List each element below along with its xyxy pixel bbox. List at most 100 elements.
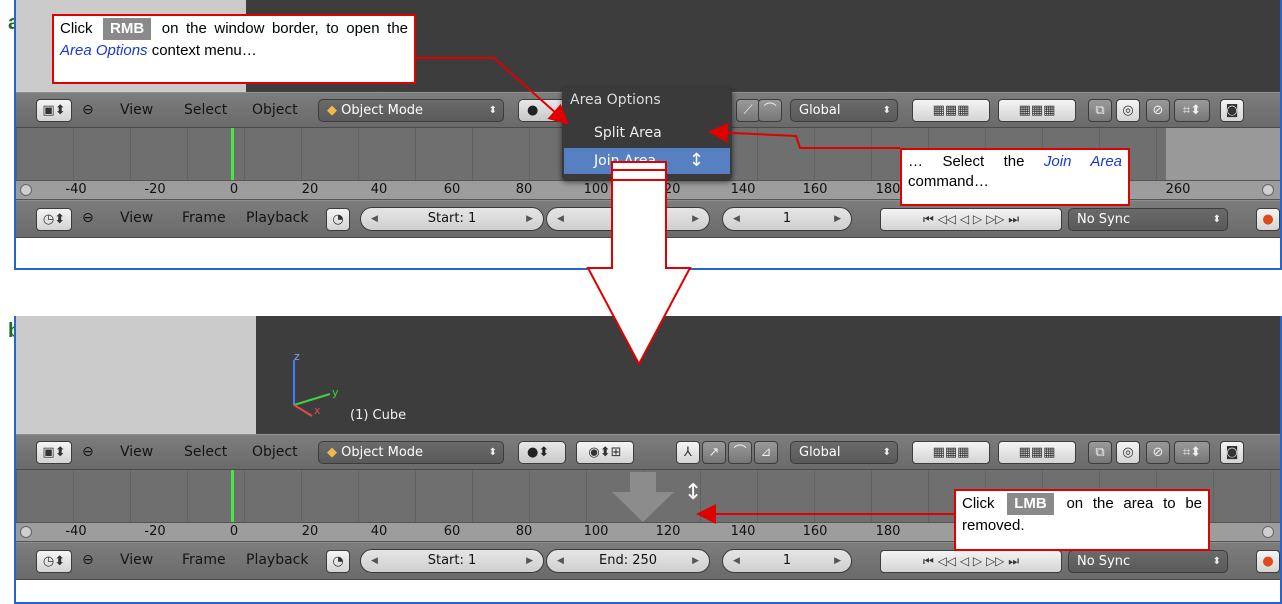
start-frame-field[interactable]: ◀ Start: 1 ▶ [360,549,544,573]
3d-viewport[interactable]: z y x (1) Cube [16,316,1280,434]
record-icon[interactable]: ● [1256,550,1280,573]
menu-view[interactable]: View [120,201,153,235]
ruler-tick: 20 [301,182,319,197]
menu-view[interactable]: View [120,543,153,577]
menu-object[interactable]: Object [252,93,298,127]
ruler-tick: 260 [1165,182,1191,197]
object-label: (1) Cube [350,408,407,423]
layers-grid-2[interactable]: ▦▦▦ [998,99,1076,122]
scale-icon[interactable]: ⊿ [754,441,778,464]
editor-type-button[interactable]: ◷⬍ [36,208,72,231]
proportional-edit-icon[interactable]: ◎ [1116,99,1140,122]
menu-object[interactable]: Object [252,435,298,469]
editor-type-button[interactable]: ▣⬍ [36,441,72,464]
end-frame-field[interactable]: ◀ End: 250 ▶ [546,549,710,573]
callout-a1: Click RMB on the window border, to open … [52,14,416,84]
render-icon[interactable]: ◙ [1220,441,1244,464]
menu-view[interactable]: View [120,435,153,469]
area-options-menu: Area Options Split Area Join Area ↕ [562,88,732,180]
render-icon[interactable]: ◙ [1220,99,1244,122]
callout-text: command… [908,173,989,190]
menu-item-label: Split Area [594,125,662,141]
current-frame-value: 1 [782,211,792,226]
collapse-icon[interactable]: ⊖ [82,93,94,127]
current-frame-field[interactable]: ◀ 1 ▶ [722,207,852,231]
snap-icon[interactable]: ⊘ [1146,99,1170,122]
orientation-selector[interactable]: Global ⬍ [790,441,898,464]
layers-grid-1[interactable]: ▦▦▦ [912,441,990,464]
shading-selector[interactable]: ●⬍ [518,441,566,464]
menu-playback[interactable]: Playback [246,543,308,577]
collapse-icon[interactable]: ⊖ [82,543,94,577]
resize-cursor-icon: ↕ [688,150,704,171]
menu-frame[interactable]: Frame [182,543,226,577]
ruler-tick: 0 [229,524,239,539]
callout-term: Area Options [60,42,148,59]
updown-icon: ⬍ [882,105,891,116]
snap-element-icon[interactable]: ⌗⬍ [1174,99,1210,122]
callout-b1: Click LMB on the area to be removed. [954,489,1210,551]
pivot-selector[interactable]: ◉⬍⊞ [576,441,634,464]
updown-icon: ⬍ [1212,556,1221,567]
lock-layers-icon[interactable]: ⧉ [1088,441,1112,464]
ruler-tick: -40 [65,524,87,539]
callout-a2: … Select the Join Area command… [900,148,1130,206]
editor-type-button[interactable]: ◷⬍ [36,550,72,573]
ruler-tick: 60 [443,182,461,197]
playback-controls[interactable]: ⏮ ◁◁ ◁ ▷ ▷▷ ⏭ [880,550,1062,573]
mode-selector[interactable]: ◆ Object Mode ⬍ [318,441,504,464]
snap-element-icon[interactable]: ⌗⬍ [1174,441,1210,464]
editor-type-button[interactable]: ▣⬍ [36,99,72,122]
cube-icon: ◆ [327,445,337,460]
playback-controls[interactable]: ⏮ ◁◁ ◁ ▷ ▷▷ ⏭ [880,208,1062,231]
mode-selector[interactable]: ◆ Object Mode ⬍ [318,99,504,122]
key-lmb: LMB [1007,493,1054,515]
ruler-tick: 80 [515,524,533,539]
translate-icon[interactable]: ↗ [702,441,726,464]
down-arrow-icon [612,472,674,522]
snap-icon[interactable]: ⊘ [1146,441,1170,464]
menu-frame[interactable]: Frame [182,201,226,235]
rotate-icon[interactable]: ⌒ [758,99,782,122]
ruler-tick: 100 [583,524,609,539]
lock-layers-icon[interactable]: ⧉ [1088,99,1112,122]
keyframe-icon[interactable]: ◔ [326,208,350,231]
ruler-tick: 140 [730,524,756,539]
start-frame-field[interactable]: ◀ Start: 1 ▶ [360,207,544,231]
collapse-icon[interactable]: ⊖ [82,201,94,235]
z-label: z [294,350,300,363]
menu-playback[interactable]: Playback [246,201,308,235]
menu-select[interactable]: Select [184,435,227,469]
callout-text: context menu… [151,42,257,59]
ruler-tick: 140 [730,182,756,197]
shading-selector[interactable]: ● [518,99,566,122]
y-label: y [332,386,339,399]
updown-icon: ⬍ [488,105,497,116]
layers-grid-1[interactable]: ▦▦▦ [912,99,990,122]
manipulator-toggle-icon[interactable]: ⅄ [676,441,700,464]
current-frame-field[interactable]: ◀ 1 ▶ [722,549,852,573]
orientation-selector[interactable]: Global ⬍ [790,99,898,122]
menu-item-join-area[interactable]: Join Area ↕ [564,148,730,174]
sync-label: No Sync [1077,212,1131,227]
sync-selector[interactable]: No Sync ⬍ [1068,208,1228,231]
menu-view[interactable]: View [120,93,153,127]
current-frame-line [231,128,234,180]
callout-text: Click [962,495,995,512]
end-frame-field[interactable]: ◀ En ▶ [546,207,710,231]
rotate-icon[interactable]: ⌒ [728,441,752,464]
layers-grid-2[interactable]: ▦▦▦ [998,441,1076,464]
proportional-edit-icon[interactable]: ◎ [1116,441,1140,464]
orientation-label: Global [799,445,841,460]
manipulator-icon[interactable]: ⟋ [736,99,760,122]
menu-item-split-area[interactable]: Split Area [564,120,730,146]
menu-item-label: Join Area [594,153,657,169]
ruler-tick: -20 [144,524,166,539]
current-frame-line [231,470,234,522]
menu-select[interactable]: Select [184,93,227,127]
keyframe-icon[interactable]: ◔ [326,550,350,573]
ruler-tick: 180 [875,524,901,539]
collapse-icon[interactable]: ⊖ [82,435,94,469]
sync-selector[interactable]: No Sync ⬍ [1068,550,1228,573]
record-icon[interactable]: ● [1256,208,1280,231]
